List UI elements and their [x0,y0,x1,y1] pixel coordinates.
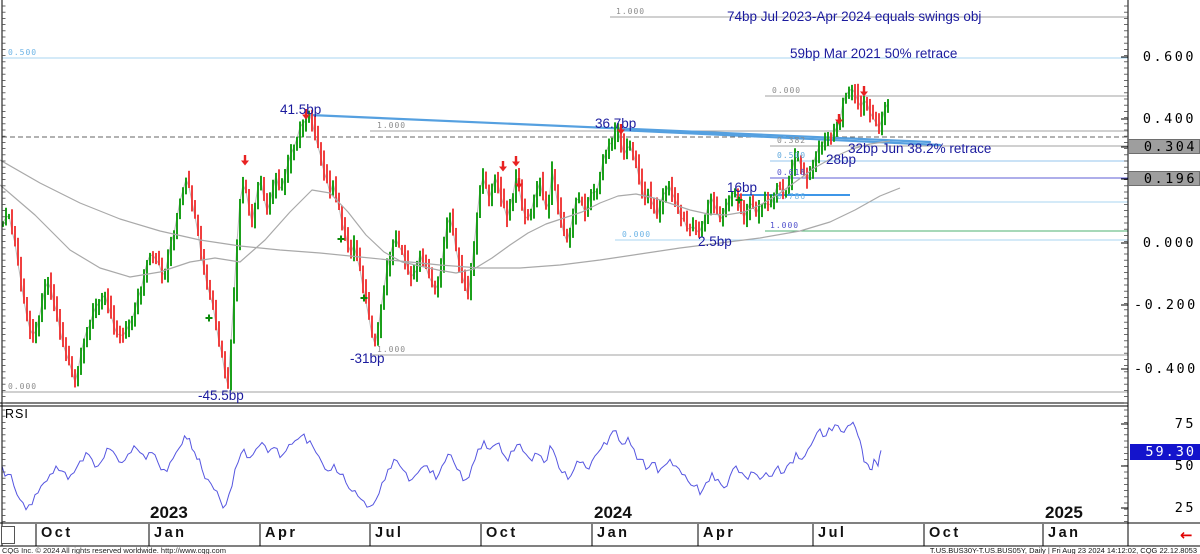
rsi-study-label: RSI [5,407,29,421]
cqg-chart-window: 1.0000.5000.0001.0000.3820.5000.6180.786… [0,0,1200,554]
footer-symbol-timestamp: T.US.BUS30Y-T.US.BUS05Y, Daily | Fri Aug… [930,546,1197,554]
chart-canvas[interactable] [0,0,1200,554]
footer-copyright: CQG Inc. © 2024 All rights reserved worl… [2,546,226,554]
corner-resize-box[interactable] [1,526,15,544]
scroll-left-arrow-icon[interactable]: ← [1180,526,1193,544]
